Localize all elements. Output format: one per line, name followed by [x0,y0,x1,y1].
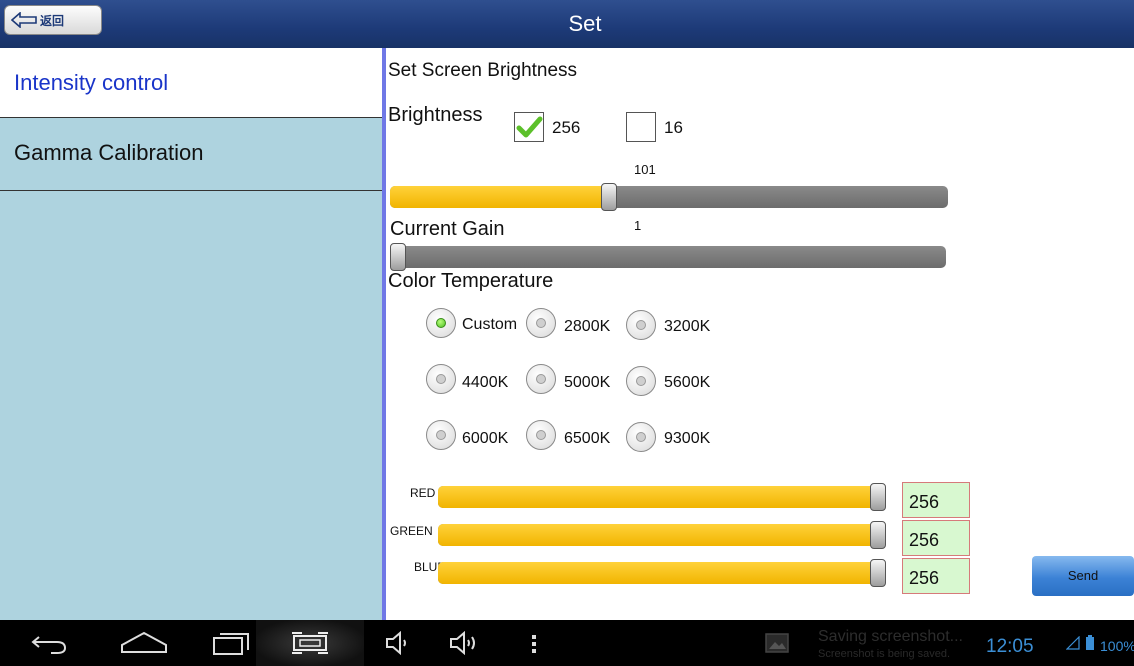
green-slider[interactable] [438,521,886,549]
radio-custom[interactable] [426,308,456,338]
current-gain-label: Current Gain [390,218,505,240]
main-panel: Set Screen Brightness Brightness 256 16 … [386,48,1134,620]
back-button[interactable]: 返回 [4,5,102,35]
blue-slider[interactable] [438,559,886,587]
battery-icon [1082,620,1098,666]
brightness-slider-fill [390,186,609,208]
brightness-value: 101 [634,162,656,177]
screenshot-icon[interactable] [288,620,332,666]
green-slider-thumb[interactable] [870,521,886,549]
brightness-label: Brightness [388,104,483,126]
radio-6000k[interactable] [426,420,456,450]
red-slider-thumb[interactable] [870,483,886,511]
red-slider-fill [438,486,878,508]
radio-custom-label: Custom [462,316,518,333]
sidebar-item-gamma-calibration[interactable]: Gamma Calibration [0,118,382,191]
current-gain-value: 1 [634,218,642,233]
radio-3200k[interactable] [626,310,656,340]
toast-title: Saving screenshot... [818,628,963,645]
green-value-field[interactable]: 256 [902,520,970,556]
brightness-16-checkbox[interactable] [626,112,656,142]
red-value-field[interactable]: 256 [902,482,970,518]
clock: 12:05 [986,636,1034,657]
toast-subtitle: Screenshot is being saved. [818,648,951,660]
blue-slider-fill [438,562,878,584]
green-label: GREEN [390,524,433,538]
blue-value-field[interactable]: 256 [902,558,970,594]
radio-2800k[interactable] [526,308,556,338]
section-title: Set Screen Brightness [388,60,578,81]
radio-5000k-label: 5000K [564,374,611,391]
sidebar-item-intensity-control[interactable]: Intensity control [0,48,382,118]
radio-4400k[interactable] [426,364,456,394]
radio-6000k-label: 6000K [462,430,509,447]
brightness-256-checkbox[interactable] [514,112,544,142]
volume-down-icon[interactable] [384,620,412,666]
recent-apps-icon[interactable] [208,620,252,666]
radio-3200k-label: 3200K [664,318,711,335]
brightness-slider-thumb[interactable] [601,183,617,211]
green-slider-fill [438,524,878,546]
blue-slider-thumb[interactable] [870,559,886,587]
red-slider[interactable] [438,483,886,511]
page-title: Set [568,11,602,36]
home-icon[interactable] [118,620,170,666]
red-label: RED [410,486,436,500]
back-arrow-icon [11,12,37,28]
back-arrow-icon[interactable] [26,620,72,666]
checkmark-icon [516,116,543,138]
radio-5000k[interactable] [526,364,556,394]
menu-dots-icon[interactable] [528,620,540,666]
gallery-icon [762,620,792,666]
brightness-16-label: 16 [664,118,683,137]
navigation-bar [0,620,1134,666]
battery-percent: 100% [1100,638,1134,654]
radio-9300k[interactable] [626,422,656,452]
radio-6500k-label: 6500K [564,430,611,447]
current-gain-slider-thumb[interactable] [390,243,406,271]
brightness-slider[interactable] [390,183,948,211]
radio-4400k-label: 4400K [462,374,509,391]
radio-9300k-label: 9300K [664,430,711,447]
color-temperature-label: Color Temperature [388,270,554,292]
radio-2800k-label: 2800K [564,318,611,335]
radio-5600k[interactable] [626,366,656,396]
radio-6500k[interactable] [526,420,556,450]
volume-up-icon[interactable] [448,620,482,666]
send-button[interactable]: Send [1032,556,1134,596]
back-button-label: 返回 [40,13,65,28]
signal-icon [1066,620,1080,666]
radio-5600k-label: 5600K [664,374,711,391]
sidebar: Intensity control Gamma Calibration [0,48,382,620]
current-gain-slider[interactable] [390,243,946,271]
brightness-256-label: 256 [552,118,581,137]
